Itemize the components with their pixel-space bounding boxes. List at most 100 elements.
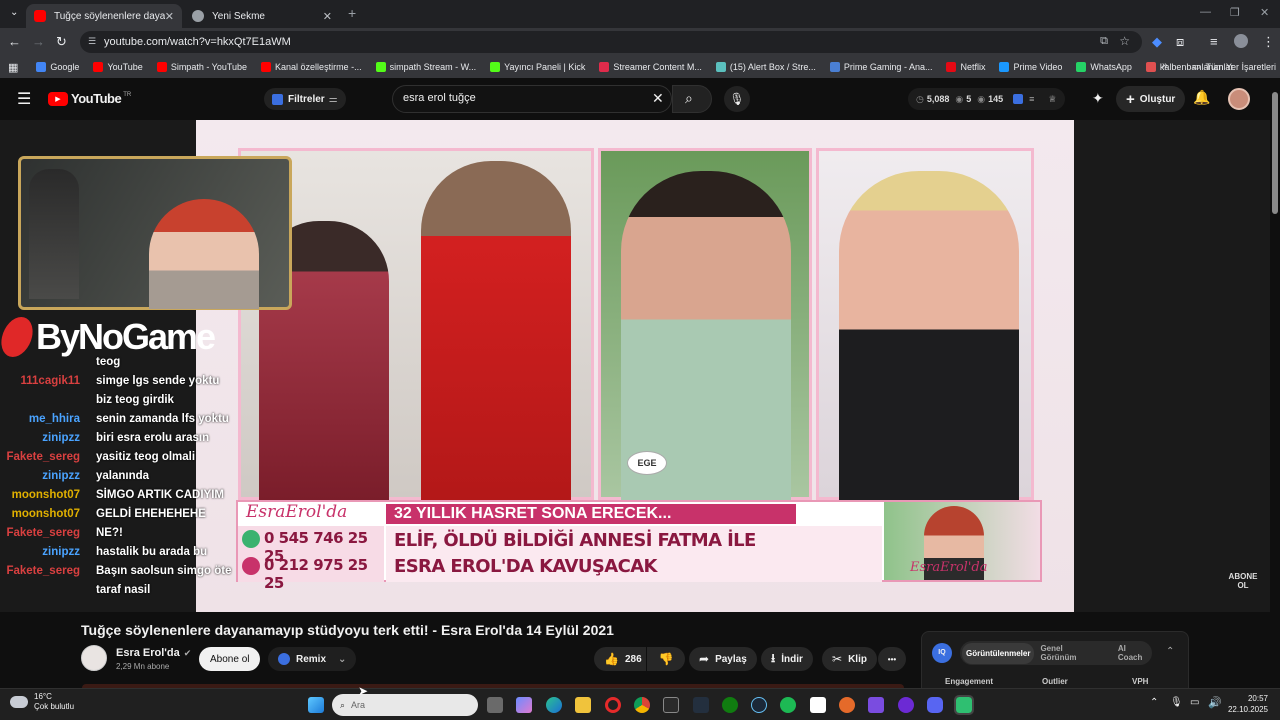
profile-avatar[interactable] (1234, 34, 1248, 48)
bookmark-item[interactable]: Streamer Content M... (599, 62, 702, 72)
install-app-icon[interactable]: ⧉ (1100, 35, 1108, 48)
capcut-icon[interactable] (810, 697, 826, 713)
copilot-icon[interactable] (516, 697, 532, 713)
page-scrollbar[interactable] (1270, 84, 1280, 688)
filters-button[interactable]: Filtreler ⚌ (264, 88, 346, 110)
channel-name[interactable]: Esra Erol'da ✔ (116, 647, 191, 659)
subscriber-count: 2,29 Mn abone (116, 662, 170, 671)
subscribe-watermark[interactable]: ABONE OL (1226, 572, 1260, 590)
share-button[interactable]: ➦ Paylaş (689, 647, 757, 671)
new-tab-button[interactable]: + (348, 5, 356, 21)
youtube-logo[interactable]: ▶ YouTube TR (48, 91, 131, 106)
taskbar-search[interactable]: ⌕ Ara (332, 694, 478, 716)
bookmark-label: simpath Stream - W... (389, 62, 477, 72)
windows-start-icon[interactable] (308, 697, 324, 713)
iq-tab-ai-coach[interactable]: AI Coach (1118, 644, 1152, 662)
epic-games-icon[interactable] (663, 697, 679, 713)
bookmark-star-icon[interactable]: ☆ (1119, 34, 1130, 48)
like-button[interactable]: 👍 286 (594, 647, 646, 671)
collapse-chevron-icon[interactable]: ⌃ (1166, 646, 1174, 657)
bookmark-item[interactable]: Yayıncı Paneli | Kick (490, 62, 585, 72)
amazon-games-icon[interactable] (693, 697, 709, 713)
close-window-icon[interactable]: ✕ (1260, 6, 1269, 19)
channel-avatar[interactable] (81, 645, 107, 671)
account-avatar[interactable] (1228, 88, 1250, 110)
reload-icon[interactable]: ↻ (56, 34, 67, 50)
chat-username: Fakete_sereg (6, 451, 80, 463)
edge-icon[interactable] (546, 697, 562, 713)
tab-youtube-video[interactable]: Tuğçe söylenenlere dayanamayıp ✕ (26, 4, 182, 28)
bookmark-item[interactable]: Google (36, 62, 79, 72)
discord-icon[interactable] (927, 697, 943, 713)
spotify-icon[interactable] (780, 697, 796, 713)
streamer-webcam (18, 156, 292, 310)
chrome-icon[interactable] (634, 697, 650, 713)
tab-list-chevron-icon[interactable]: ⌄ (10, 7, 18, 18)
file-explorer-icon[interactable] (575, 697, 591, 713)
iq-stats[interactable]: ◷ 5,088 ◉ 5 ◉ 145 ≡ ♕ (908, 88, 1065, 110)
hamburger-menu-icon[interactable]: ☰ (17, 89, 31, 109)
taskbar-clock[interactable]: 20:57 22.10.2025 (1226, 693, 1268, 715)
download-button[interactable]: ⭳ İndir (761, 647, 813, 671)
xbox-icon[interactable] (722, 697, 738, 713)
extension-puzzle-icon[interactable]: ✦ (1092, 90, 1104, 107)
back-arrow-icon[interactable]: ← (8, 34, 21, 49)
tab-new-tab[interactable]: Yeni Sekme ✕ (184, 4, 340, 28)
remix-button[interactable]: Remix ⌄ (268, 647, 357, 671)
browser-toolbar: ← → ↻ ☰ youtube.com/watch?v=hkxQt7E1aWM … (0, 28, 1280, 56)
clip-button[interactable]: ✂ Klip (822, 647, 877, 671)
bookmark-item[interactable]: (15) Alert Box / Stre... (715, 62, 816, 72)
all-bookmarks-folder[interactable]: ▭ Tüm Yer İşaretleri (1192, 61, 1276, 72)
extensions-puzzle-icon[interactable]: ⧈ (1176, 34, 1184, 50)
site-info-icon[interactable]: ☰ (88, 36, 96, 47)
subscribe-button[interactable]: Abone ol (199, 647, 261, 671)
search-input[interactable]: esra erol tuğçe (392, 85, 672, 113)
more-actions-button[interactable]: ••• (878, 647, 906, 671)
close-tab-icon[interactable]: ✕ (323, 10, 332, 23)
apps-grid-icon[interactable]: ▦ (8, 61, 18, 74)
active-app-icon[interactable] (954, 695, 974, 715)
bookmark-item[interactable]: Prime Gaming - Ana... (829, 62, 932, 72)
bookmark-item[interactable]: WhatsApp (1076, 62, 1132, 72)
search-button[interactable]: ⌕ (672, 85, 712, 113)
app-icon[interactable] (839, 697, 855, 713)
browser-menu-icon[interactable]: ⋮ (1262, 34, 1275, 50)
weather-widget[interactable]: 16°C Çok bulutlu (10, 692, 74, 712)
cloud-icon (10, 696, 28, 708)
app-circle-icon[interactable] (898, 697, 914, 713)
iq-tab-overview[interactable]: Genel Görünüm (1040, 644, 1099, 662)
tray-overflow-icon[interactable]: ⌃ (1150, 697, 1158, 708)
opera-icon[interactable] (605, 697, 621, 713)
create-button[interactable]: + Oluştur (1116, 86, 1186, 112)
bookmark-favicon-icon (1076, 62, 1087, 72)
bookmark-item[interactable]: Kanal özelleştirme -... (261, 62, 362, 72)
bookmark-item[interactable]: Prime Video (999, 62, 1062, 72)
extension-icon[interactable]: ◆ (1152, 34, 1162, 50)
maximize-icon[interactable]: ❐ (1230, 6, 1240, 19)
video-player[interactable]: EGE EsraErol'da 0 545 746 25 25 0 212 97… (0, 120, 1270, 612)
volume-icon[interactable]: 🔊 (1208, 696, 1222, 709)
dislike-button[interactable]: 👎 (647, 647, 685, 671)
bookmark-item[interactable]: simpath Stream - W... (375, 62, 477, 72)
address-bar[interactable]: ☰ youtube.com/watch?v=hkxQt7E1aWM ⧉ ☆ (80, 31, 1142, 53)
task-view-icon[interactable] (487, 697, 503, 713)
minimize-icon[interactable]: — (1200, 6, 1211, 18)
scrollbar-thumb[interactable] (1272, 92, 1278, 214)
clear-search-icon[interactable]: ✕ (652, 90, 664, 107)
forward-arrow-icon[interactable]: → (32, 34, 45, 49)
clock-icon: ◷ (916, 93, 924, 104)
reading-list-icon[interactable]: ≡ (1210, 34, 1218, 49)
url-text: youtube.com/watch?v=hkxQt7E1aWM (104, 36, 291, 48)
bookmark-item[interactable]: Simpath - YouTube (156, 62, 247, 72)
voice-search-icon[interactable]: 🎙 (724, 86, 750, 112)
notifications-bell-icon[interactable]: 🔔 (1193, 89, 1210, 106)
more-bookmarks-icon[interactable]: » (1162, 60, 1168, 71)
microphone-icon[interactable]: 🎙 (1170, 697, 1183, 708)
iq-tab-views[interactable]: Görüntülenmeler (962, 642, 1035, 664)
steam-icon[interactable] (751, 697, 767, 713)
video-editor-icon[interactable] (868, 697, 884, 713)
network-icon[interactable]: ▭ (1190, 697, 1199, 708)
bookmark-item[interactable]: YouTube (93, 62, 143, 72)
close-tab-icon[interactable]: ✕ (165, 10, 174, 23)
bookmark-item[interactable]: Netflix (946, 62, 985, 72)
